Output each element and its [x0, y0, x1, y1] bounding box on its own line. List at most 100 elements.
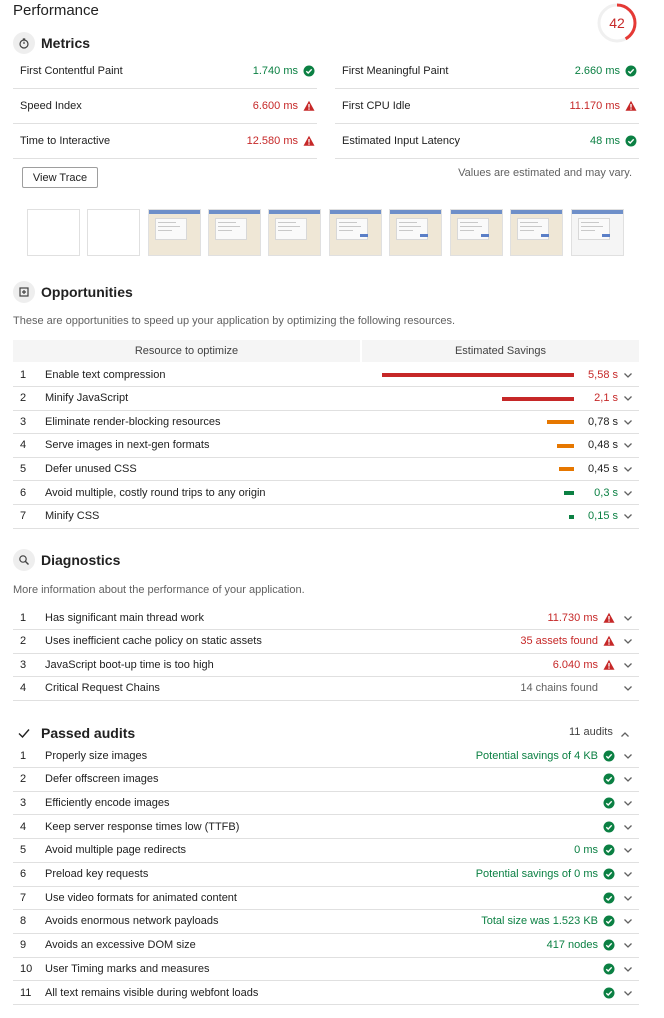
chevron-down-icon[interactable]	[623, 660, 633, 670]
passed-audit-row[interactable]: 7 Use video formats for animated content	[13, 886, 639, 911]
passed-audit-row[interactable]: 2 Defer offscreen images	[13, 768, 639, 792]
chevron-down-icon[interactable]	[623, 417, 633, 427]
pass-check-icon	[603, 868, 615, 880]
chevron-down-icon[interactable]	[623, 393, 633, 403]
chevron-down-icon[interactable]	[623, 822, 633, 832]
fail-warning-icon	[603, 659, 615, 671]
chevron-down-icon[interactable]	[623, 613, 633, 623]
view-trace-button[interactable]: View Trace	[22, 167, 98, 188]
passed-audit-label: Use video formats for animated content	[45, 891, 237, 904]
chevron-down-icon[interactable]	[623, 370, 633, 380]
chevron-down-icon[interactable]	[623, 440, 633, 450]
passed-audit-row[interactable]: 11 All text remains visible during webfon…	[13, 981, 639, 1005]
blank-icon	[603, 682, 615, 694]
pass-check-icon	[603, 797, 615, 809]
passed-audit-row[interactable]: 6 Preload key requests Potential savings o…	[13, 863, 639, 887]
metric-label: Time to Interactive	[20, 135, 111, 147]
page-title: Performance	[13, 2, 99, 19]
opportunity-label: Avoid multiple, costly round trips to an…	[45, 486, 266, 499]
chevron-down-icon[interactable]	[623, 845, 633, 855]
metric-item: First Meaningful Paint 2.660 ms	[335, 54, 639, 89]
metric-item: First Contentful Paint 1.740 ms	[13, 54, 317, 89]
chevron-down-icon[interactable]	[623, 511, 633, 521]
passed-audit-row[interactable]: 3 Efficiently encode images	[13, 791, 639, 816]
chevron-down-icon[interactable]	[623, 916, 633, 926]
passed-audit-row[interactable]: 8 Avoids enormous network payloads Total s…	[13, 910, 639, 934]
chevron-down-icon[interactable]	[623, 464, 633, 474]
filmstrip-frame	[571, 209, 624, 256]
chevron-down-icon[interactable]	[623, 683, 633, 693]
savings-bar-track	[378, 505, 578, 528]
diagnostics-header: Diagnostics	[13, 548, 120, 572]
chevron-down-icon[interactable]	[623, 964, 633, 974]
diagnostic-row[interactable]: 3 JavaScript boot-up time is too high 6.04…	[13, 653, 639, 678]
chevron-down-icon[interactable]	[623, 869, 633, 879]
passed-audit-row[interactable]: 9 Avoids an excessive DOM size 417 nodes	[13, 934, 639, 958]
chevron-down-icon[interactable]	[623, 893, 633, 903]
metric-item: Estimated Input Latency 48 ms	[335, 124, 639, 159]
passed-audit-label: Avoids an excessive DOM size	[45, 939, 196, 952]
metric-label: First CPU Idle	[342, 100, 411, 112]
chevron-down-icon[interactable]	[623, 798, 633, 808]
savings-bar	[382, 373, 574, 377]
metric-value: 1.740 ms	[252, 65, 298, 77]
filmstrip-frame	[87, 209, 140, 256]
opportunity-label: Serve images in next-gen formats	[45, 439, 210, 452]
opportunities-title: Opportunities	[41, 284, 133, 300]
chevron-down-icon[interactable]	[623, 940, 633, 950]
search-icon	[13, 549, 35, 571]
opportunity-label: Eliminate render-blocking resources	[45, 415, 221, 428]
opportunity-row[interactable]: 6 Avoid multiple, costly round trips to a…	[13, 481, 639, 505]
opportunity-row[interactable]: 4 Serve images in next-gen formats 0,48 s	[13, 434, 639, 458]
savings-bar-track	[378, 434, 578, 457]
chevron-down-icon[interactable]	[623, 774, 633, 784]
diagnostics-description: More information about the performance o…	[13, 584, 305, 596]
opportunity-row[interactable]: 1 Enable text compression 5,58 s	[13, 363, 639, 387]
chevron-down-icon[interactable]	[623, 988, 633, 998]
passed-audit-row[interactable]: 1 Properly size images Potential savings o…	[13, 744, 639, 768]
opportunity-row[interactable]: 5 Defer unused CSS 0,45 s	[13, 457, 639, 482]
metric-label: Speed Index	[20, 100, 82, 112]
fail-warning-icon	[603, 612, 615, 624]
resource-column-header: Resource to optimize	[13, 340, 360, 362]
row-number: 2	[20, 635, 27, 648]
passed-audit-row[interactable]: 5 Avoid multiple page redirects 0 ms	[13, 839, 639, 863]
row-number: 7	[20, 510, 27, 523]
diagnostic-value: 11.730 ms	[547, 611, 598, 624]
opportunity-row[interactable]: 3 Eliminate render-blocking resources 0,78…	[13, 410, 639, 435]
opportunity-label: Minify CSS	[45, 510, 100, 523]
passed-audit-label: Avoid multiple page redirects	[45, 844, 187, 857]
opportunities-table-header: Resource to optimize Estimated Savings	[13, 340, 639, 362]
passed-audit-label: Preload key requests	[45, 868, 149, 880]
opportunities-description: These are opportunities to speed up your…	[13, 315, 456, 327]
opportunity-row[interactable]: 7 Minify CSS 0,15 s	[13, 505, 639, 529]
pass-check-icon	[603, 750, 615, 762]
fail-warning-icon	[603, 635, 615, 647]
diagnostic-row[interactable]: 2 Uses inefficient cache policy on static…	[13, 630, 639, 654]
passed-audit-label: User Timing marks and measures	[45, 962, 210, 975]
opportunities-header: Opportunities	[13, 280, 133, 304]
opportunity-row[interactable]: 2 Minify JavaScript 2,1 s	[13, 387, 639, 411]
diagnostic-value: 6.040 ms	[552, 658, 598, 671]
diagnostic-row[interactable]: 1 Has significant main thread work 11.730 …	[13, 606, 639, 630]
diagnostic-row[interactable]: 4 Critical Request Chains 14 chains found	[13, 677, 639, 701]
pass-check-icon	[603, 915, 615, 927]
filmstrip-frame	[268, 209, 321, 256]
chevron-down-icon[interactable]	[623, 488, 633, 498]
passed-audit-row[interactable]: 10 User Timing marks and measures	[13, 957, 639, 982]
metric-item: First CPU Idle 11.170 ms	[335, 89, 639, 124]
pass-check-icon	[625, 65, 637, 77]
savings-value: 0,15 s	[588, 510, 618, 523]
passed-audit-row[interactable]: 4 Keep server response times low (TTFB)	[13, 815, 639, 840]
savings-bar	[563, 491, 574, 495]
savings-bar	[547, 420, 574, 425]
chevron-down-icon[interactable]	[623, 636, 633, 646]
passed-audits-header[interactable]: Passed audits	[13, 721, 135, 745]
passed-audits-title: Passed audits	[41, 725, 136, 741]
passed-audit-value: Potential savings of 0 ms	[475, 868, 598, 880]
chevron-up-icon[interactable]	[620, 727, 630, 745]
filmstrip-frame	[510, 209, 563, 256]
chevron-down-icon[interactable]	[623, 751, 633, 761]
savings-bar-track	[378, 457, 578, 480]
opportunity-label: Defer unused CSS	[45, 462, 137, 475]
